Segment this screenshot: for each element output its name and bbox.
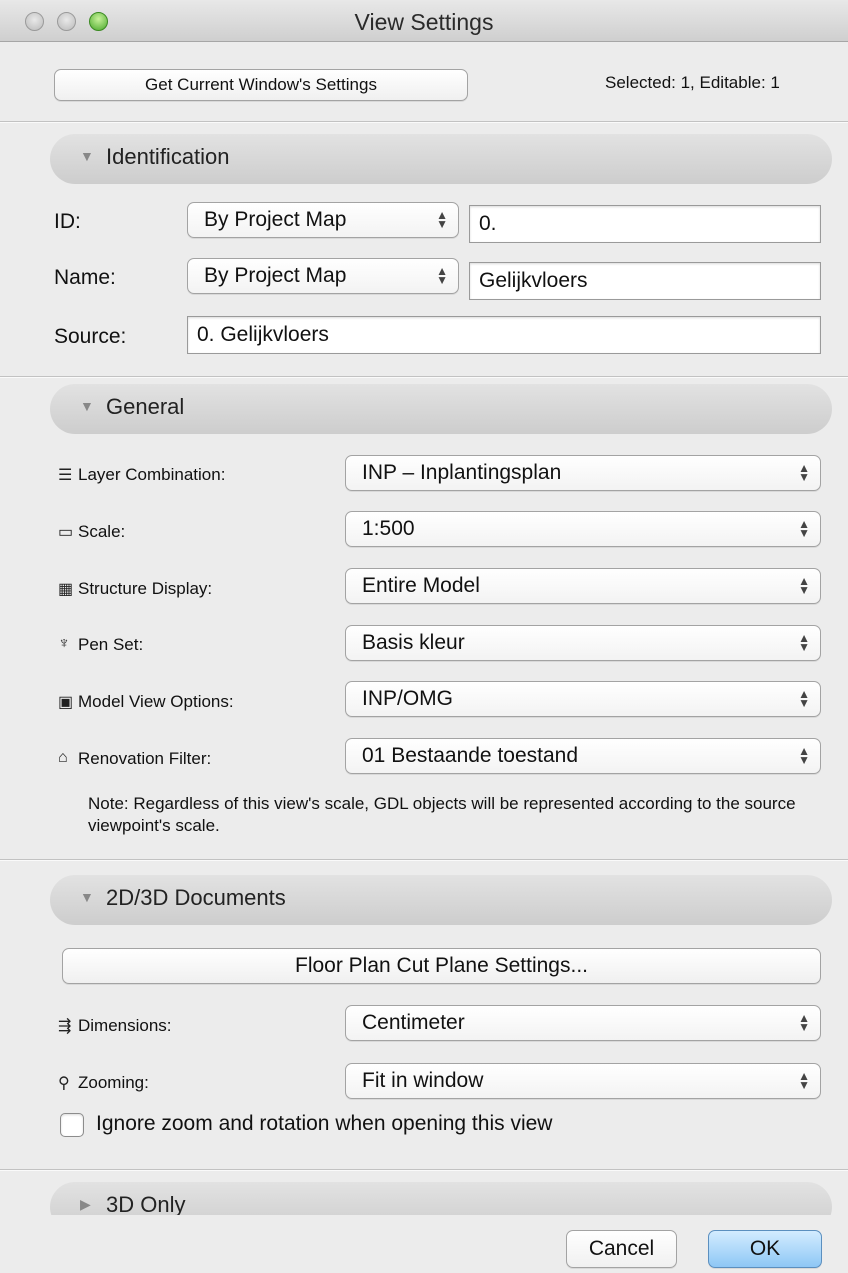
id-label: ID: bbox=[54, 210, 81, 233]
select-arrows-icon: ▲ ▼ bbox=[436, 208, 448, 231]
model-view-options-icon: ▣ bbox=[58, 694, 74, 711]
disclosure-expanded-icon: ▼ bbox=[80, 398, 94, 414]
footer-bar: Cancel OK bbox=[0, 1215, 848, 1273]
renovation-filter-select[interactable]: 01 Bestaande toestand ▲ ▼ bbox=[345, 738, 821, 774]
documents-section-header[interactable]: ▼ 2D/3D Documents bbox=[50, 875, 832, 925]
disclosure-expanded-icon: ▼ bbox=[80, 148, 94, 164]
name-mode-value: By Project Map bbox=[204, 264, 347, 287]
structure-display-value: Entire Model bbox=[362, 574, 480, 597]
renovation-filter-value: 01 Bestaande toestand bbox=[362, 744, 579, 767]
renovation-filter-icon: ⌂ bbox=[58, 749, 68, 766]
id-mode-value: By Project Map bbox=[204, 208, 347, 231]
select-arrows-icon: ▲ ▼ bbox=[798, 461, 810, 484]
scale-select[interactable]: 1:500 ▲ ▼ bbox=[345, 511, 821, 547]
scale-value: 1:500 bbox=[362, 517, 415, 540]
source-label: Source: bbox=[54, 325, 127, 348]
select-arrows-icon: ▲ ▼ bbox=[798, 1011, 810, 1034]
zooming-select[interactable]: Fit in window ▲ ▼ bbox=[345, 1063, 821, 1099]
pen-set-value: Basis kleur bbox=[362, 631, 465, 654]
view-settings-dialog: View Settings Get Current Window's Setti… bbox=[0, 0, 848, 1273]
dimensions-value: Centimeter bbox=[362, 1011, 465, 1034]
zoom-magnifier-icon: ⚲ bbox=[58, 1075, 70, 1092]
pen-set-select[interactable]: Basis kleur ▲ ▼ bbox=[345, 625, 821, 661]
structure-display-select[interactable]: Entire Model ▲ ▼ bbox=[345, 568, 821, 604]
pen-set-icon: ♆ bbox=[58, 635, 70, 652]
layer-combination-value: INP – Inplantingsplan bbox=[362, 461, 562, 484]
dimensions-icon: ⇶ bbox=[58, 1018, 72, 1035]
model-view-options-value: INP/OMG bbox=[362, 687, 454, 710]
scale-label: Scale: bbox=[78, 522, 126, 541]
scale-note: Note: Regardless of this view's scale, G… bbox=[88, 794, 796, 835]
pen-set-label: Pen Set: bbox=[78, 635, 144, 654]
layer-combination-icon: ☰ bbox=[58, 467, 73, 484]
selection-status: Selected: 1, Editable: 1 bbox=[605, 73, 780, 92]
divider bbox=[0, 1169, 848, 1171]
dimensions-label: Dimensions: bbox=[78, 1016, 172, 1035]
source-field: 0. Gelijkvloers bbox=[187, 316, 821, 354]
title-bar: View Settings bbox=[0, 0, 848, 42]
floor-plan-cut-plane-button[interactable]: Floor Plan Cut Plane Settings... bbox=[62, 948, 821, 984]
select-arrows-icon: ▲ ▼ bbox=[436, 264, 448, 287]
divider bbox=[0, 376, 848, 378]
cancel-button[interactable]: Cancel bbox=[566, 1230, 677, 1268]
zooming-label: Zooming: bbox=[78, 1073, 149, 1092]
layer-combination-label: Layer Combination: bbox=[78, 465, 226, 484]
zooming-value: Fit in window bbox=[362, 1069, 484, 1092]
scale-icon: ▭ bbox=[58, 524, 74, 541]
id-mode-select[interactable]: By Project Map ▲ ▼ bbox=[187, 202, 459, 238]
name-mode-select[interactable]: By Project Map ▲ ▼ bbox=[187, 258, 459, 294]
name-label: Name: bbox=[54, 266, 116, 289]
disclosure-collapsed-icon: ▶ bbox=[80, 1196, 91, 1212]
section-title: General bbox=[106, 394, 185, 419]
select-arrows-icon: ▲ ▼ bbox=[798, 574, 810, 597]
dimensions-select[interactable]: Centimeter ▲ ▼ bbox=[345, 1005, 821, 1041]
structure-display-label: Structure Display: bbox=[78, 579, 213, 598]
window-title: View Settings bbox=[354, 9, 494, 35]
name-field[interactable]: Gelijkvloers bbox=[469, 262, 821, 300]
disclosure-expanded-icon: ▼ bbox=[80, 889, 94, 905]
section-title: 2D/3D Documents bbox=[106, 885, 286, 910]
select-arrows-icon: ▲ ▼ bbox=[798, 517, 810, 540]
select-arrows-icon: ▲ ▼ bbox=[798, 1069, 810, 1092]
renovation-filter-label: Renovation Filter: bbox=[78, 749, 212, 768]
model-view-options-select[interactable]: INP/OMG ▲ ▼ bbox=[345, 681, 821, 717]
general-section-header[interactable]: ▼ General bbox=[50, 384, 832, 434]
ignore-zoom-label: Ignore zoom and rotation when opening th… bbox=[96, 1112, 553, 1135]
select-arrows-icon: ▲ ▼ bbox=[798, 744, 810, 767]
divider bbox=[0, 121, 848, 123]
ignore-zoom-checkbox[interactable] bbox=[60, 1113, 84, 1137]
select-arrows-icon: ▲ ▼ bbox=[798, 631, 810, 654]
get-current-window-settings-button[interactable]: Get Current Window's Settings bbox=[54, 69, 468, 101]
select-arrows-icon: ▲ ▼ bbox=[798, 687, 810, 710]
structure-display-icon: ▦ bbox=[58, 581, 74, 598]
id-field[interactable]: 0. bbox=[469, 205, 821, 243]
layer-combination-select[interactable]: INP – Inplantingsplan ▲ ▼ bbox=[345, 455, 821, 491]
identification-section-header[interactable]: ▼ Identification bbox=[50, 134, 832, 184]
divider bbox=[0, 859, 848, 861]
ok-button[interactable]: OK bbox=[708, 1230, 822, 1268]
section-title: Identification bbox=[106, 144, 230, 169]
model-view-options-label: Model View Options: bbox=[78, 692, 234, 711]
